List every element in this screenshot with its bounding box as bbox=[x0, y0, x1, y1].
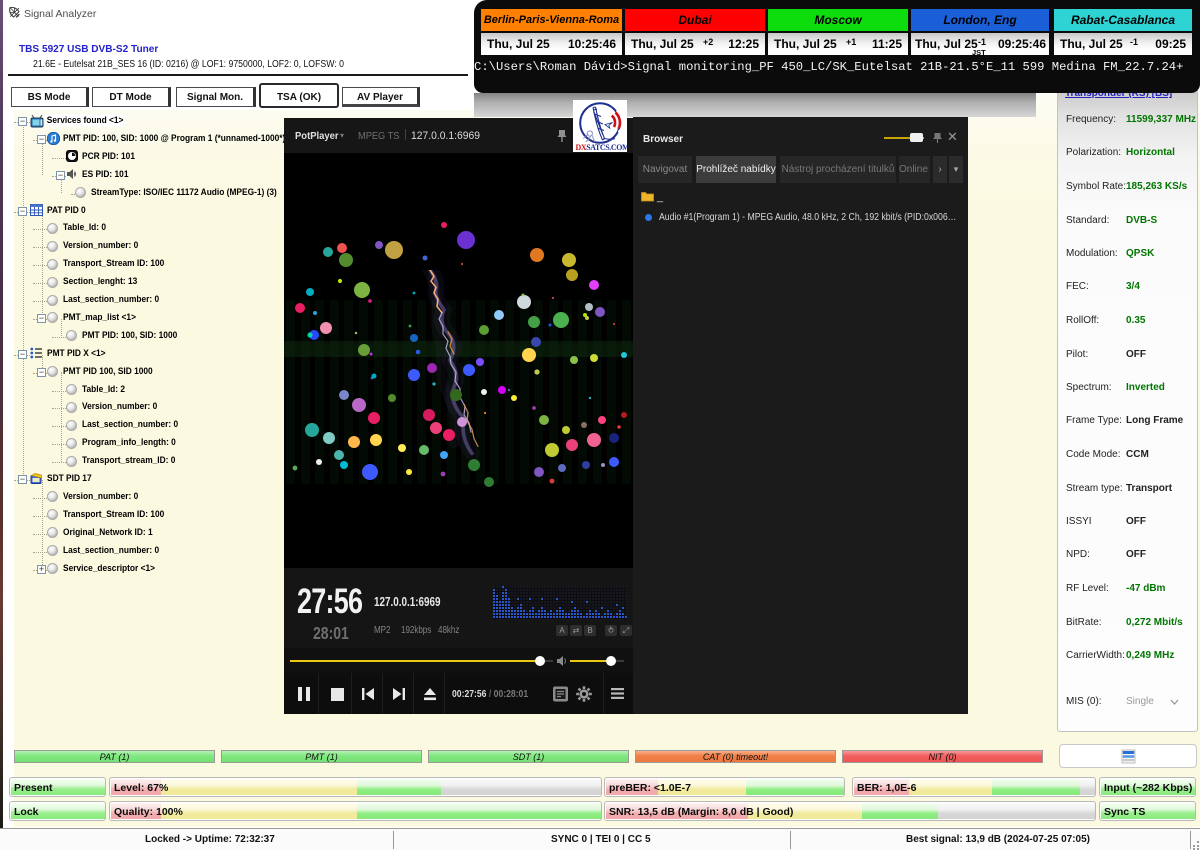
svg-text:DXSATCS.COM: DXSATCS.COM bbox=[576, 143, 628, 152]
